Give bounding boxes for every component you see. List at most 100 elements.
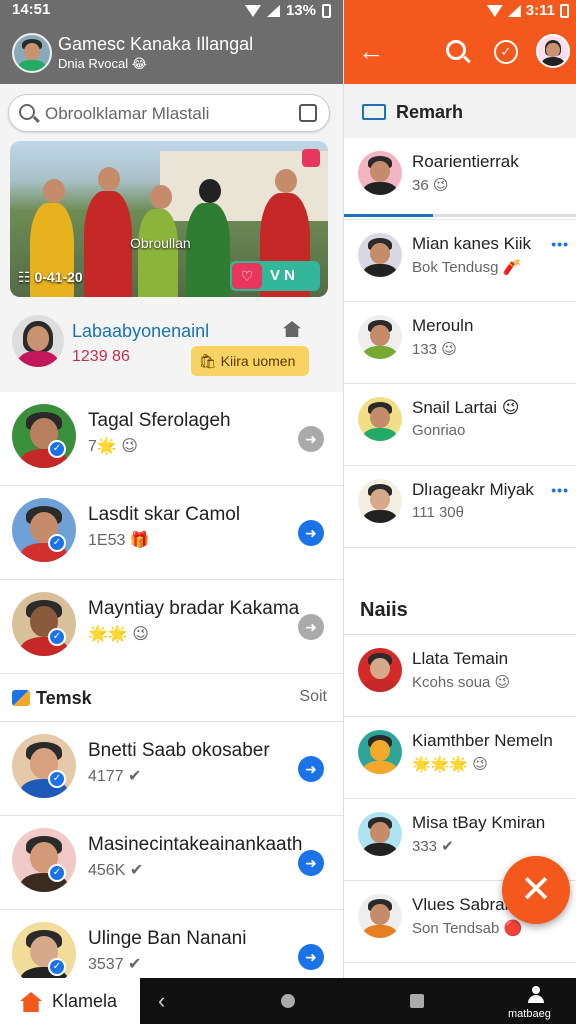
- compose-icon[interactable]: [299, 104, 317, 122]
- contact-row[interactable]: ✓ Ulinge Ban Nanani 3537 ✔ ➜: [0, 910, 343, 978]
- story-card[interactable]: Obroullan ☷ 0-41-20 ♡ V N: [10, 141, 328, 297]
- profile-avatar: [12, 315, 64, 367]
- conversation-name: Roarientierrak: [412, 152, 519, 171]
- contact-avatar: [358, 648, 402, 692]
- open-chat-arrow-icon[interactable]: ➜: [298, 426, 324, 452]
- search-input[interactable]: Obroolklamar Mlastali: [45, 104, 209, 124]
- conversation-meta: Gonriao: [412, 422, 466, 439]
- avatar-face: [370, 739, 390, 761]
- contact-avatar: [358, 315, 402, 359]
- contact-name: Bnetti Saab okosaber: [88, 740, 270, 761]
- wifi-icon: [244, 5, 261, 17]
- search-icon: [19, 104, 35, 120]
- app-subtitle: Dnia Rvocal 😂: [58, 56, 147, 71]
- person-head: [43, 179, 66, 203]
- contact-avatar: [358, 233, 402, 277]
- conversation-name: Llata Temain: [412, 649, 509, 668]
- contact-row[interactable]: ✓ Masinecintakeainankaath 456K ✔ ➜: [0, 816, 343, 910]
- contact-row[interactable]: ✓ Lasdit skar Camol 1E53 🎁 ➜: [0, 486, 343, 580]
- contact-avatar: [358, 894, 402, 938]
- check-icon[interactable]: V N: [270, 263, 295, 289]
- conversation-row[interactable]: Kiamthber Nemeln 🌟🌟🌟 😉: [344, 717, 576, 799]
- back-arrow-icon[interactable]: ←: [358, 36, 384, 67]
- account-avatar[interactable]: [536, 34, 570, 68]
- contact-avatar: [358, 730, 402, 774]
- open-chat-arrow-icon[interactable]: ➜: [298, 944, 324, 970]
- home-icon[interactable]: [283, 321, 301, 337]
- contact-avatar: [12, 922, 76, 978]
- open-chat-arrow-icon[interactable]: ➜: [298, 850, 324, 876]
- profile-tag[interactable]: 🛍 Kiira uomen: [191, 346, 309, 376]
- avatar-body: [363, 678, 397, 692]
- nav-profile-label: matbaeg: [508, 1008, 551, 1020]
- profile-name: Labaabyonenainl: [72, 321, 210, 341]
- avatar-body: [363, 263, 397, 277]
- contact-list: ✓ Tagal Sferolageh 7🌟 😉 ➜ ✓ Lasdit skar Camol…: [0, 392, 343, 978]
- contact-name: Tagal Sferolageh: [88, 410, 231, 431]
- chat-list-pane: 14:51 13% Gamesc Kanaka Illangal Dnia Rv…: [0, 0, 343, 978]
- more-options-icon[interactable]: •••: [551, 482, 569, 498]
- conversation-row[interactable]: Llata Temain Kcohs soua 😉: [344, 635, 576, 717]
- nav-profile-tab[interactable]: matbaeg: [504, 982, 568, 1022]
- open-chat-arrow-icon[interactable]: ➜: [298, 520, 324, 546]
- conversation-name: Kiamthber Nemeln: [412, 731, 553, 750]
- sort-button[interactable]: Soit: [299, 688, 327, 706]
- contact-meta: 456K ✔: [88, 862, 144, 879]
- check-circle-icon[interactable]: ✓: [494, 40, 518, 64]
- signal-icon: [507, 5, 521, 17]
- close-fab-button[interactable]: ✕: [502, 856, 570, 924]
- search-icon[interactable]: [446, 40, 466, 60]
- system-home-button[interactable]: [281, 994, 295, 1008]
- battery-icon: [322, 4, 331, 18]
- avatar-body: [363, 181, 397, 195]
- teams-section-header: Temsk Soit: [0, 674, 343, 722]
- avatar-face: [370, 821, 390, 843]
- conversation-row[interactable]: Snail Lartai 😉 Gonriao: [344, 384, 576, 466]
- conversation-row[interactable]: Mian kanes Kiik Bok Tendusg 🧨 •••: [344, 220, 576, 302]
- person-icon: [528, 986, 544, 1004]
- app-title: Gamesc Kanaka Illangal: [58, 34, 254, 54]
- conversation-meta: Kcohs soua 😉: [412, 674, 511, 691]
- image-icon: [362, 104, 386, 120]
- section-title: Remarh: [396, 102, 464, 122]
- conversation-row[interactable]: Roarientierrak 36 😉: [344, 138, 576, 220]
- open-chat-arrow-icon[interactable]: ➜: [298, 614, 324, 640]
- search-bar[interactable]: Obroolklamar Mlastali: [8, 94, 330, 132]
- account-avatar[interactable]: [12, 33, 52, 73]
- contact-avatar: [358, 397, 402, 441]
- avatar-body: [363, 509, 397, 523]
- avatar-body: [541, 57, 565, 66]
- contact-row[interactable]: ✓ Tagal Sferolageh 7🌟 😉 ➜: [0, 392, 343, 486]
- conversation-row[interactable]: Merouln 133 😉: [344, 302, 576, 384]
- record-icon: [302, 149, 320, 167]
- story-timestamp: ☷ 0-41-20: [18, 269, 83, 285]
- verified-badge-icon: ✓: [48, 958, 66, 976]
- status-time: 14:51: [12, 1, 51, 18]
- contact-name: Masinecintakeainankaath: [88, 834, 303, 855]
- more-options-icon[interactable]: •••: [551, 236, 569, 252]
- verified-badge-icon: ✓: [48, 534, 66, 552]
- contact-name: Lasdit skar Camol: [88, 504, 241, 525]
- story-actions[interactable]: ♡ V N: [230, 261, 320, 291]
- open-chat-arrow-icon[interactable]: ➜: [298, 756, 324, 782]
- conversation-meta: 133 😉: [412, 341, 457, 358]
- conversation-meta: Son Tendsab 🔴: [412, 920, 523, 937]
- avatar-body: [363, 760, 397, 774]
- person-head: [275, 169, 297, 193]
- contact-row[interactable]: ✓ Mayntiay bradar Kakama 🌟🌟 😉 ➜: [0, 580, 343, 674]
- nav-home-tab[interactable]: Klamela: [0, 978, 140, 1024]
- nais-title: Naiis: [360, 599, 408, 621]
- heart-icon[interactable]: ♡: [232, 263, 262, 289]
- system-recents-button[interactable]: [410, 994, 424, 1008]
- person-head: [98, 167, 121, 191]
- avatar-face: [24, 42, 40, 61]
- contact-avatar: [358, 479, 402, 523]
- conversation-name: Dlıageakr Miyak: [412, 480, 534, 499]
- system-back-button[interactable]: ‹: [158, 988, 165, 1014]
- conversation-row[interactable]: Dlıageakr Miyak 111 30θ •••: [344, 466, 576, 548]
- avatar-face: [546, 42, 560, 57]
- avatar-body: [18, 60, 46, 71]
- verified-badge-icon: ✓: [48, 864, 66, 882]
- contact-row[interactable]: ✓ Bnetti Saab okosaber 4177 ✔ ➜: [0, 722, 343, 816]
- profile-card[interactable]: Labaabyonenainl 1239 86 🛍 Kiira uomen: [0, 305, 343, 391]
